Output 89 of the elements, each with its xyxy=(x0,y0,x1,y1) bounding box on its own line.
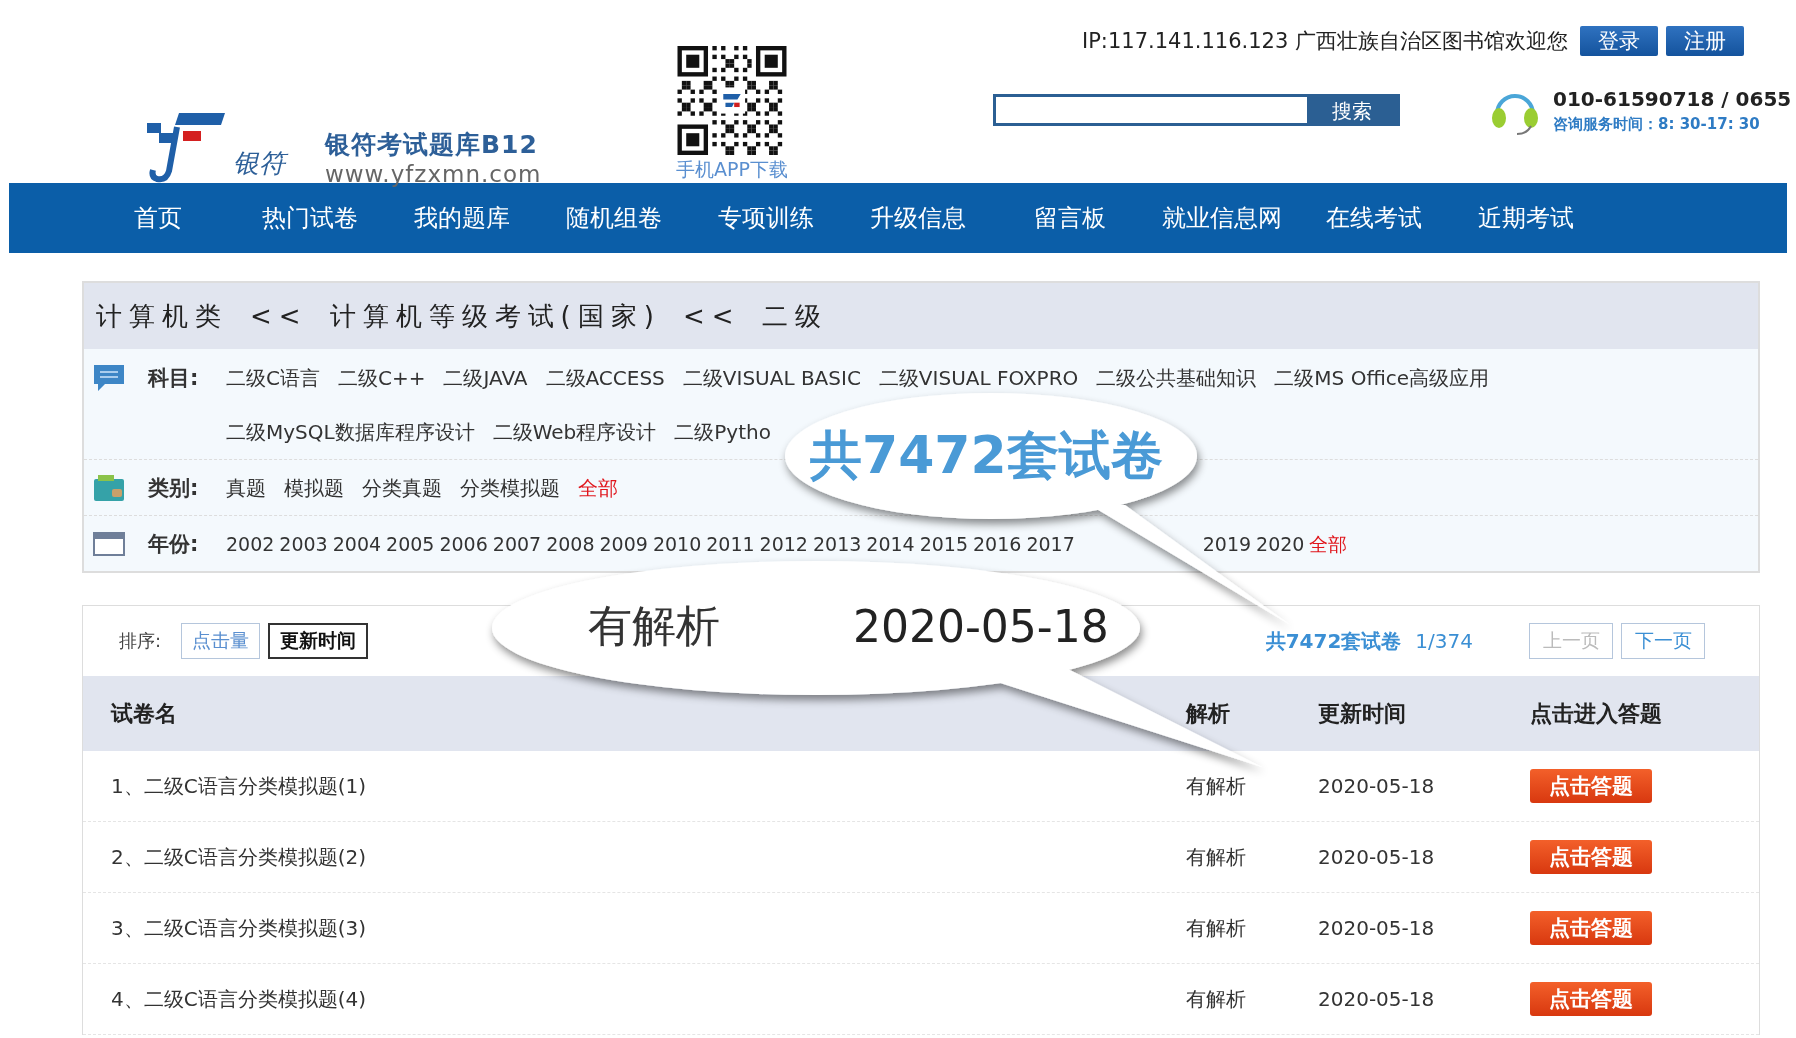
phone-number: 010-61590718 / 0655 xyxy=(1553,86,1792,111)
filter-option[interactable]: 二级公共基础知识 xyxy=(1096,363,1257,393)
nav-link[interactable]: 在线考试 xyxy=(1298,183,1450,253)
filter-option[interactable]: 2020 xyxy=(1256,529,1305,559)
sort-button[interactable]: 更新时间 xyxy=(268,623,369,659)
answer-button[interactable]: 点击答题 xyxy=(1530,911,1652,945)
filter-option[interactable]: 二级JAVA xyxy=(443,363,528,393)
answer-button[interactable]: 点击答题 xyxy=(1530,769,1652,803)
search-field[interactable]: 搜索 xyxy=(993,94,1400,126)
breadcrumb-item[interactable]: 计算机类 xyxy=(96,298,228,334)
filter-option[interactable]: 全部 xyxy=(578,473,618,503)
filter-option[interactable]: 二级MySQL数据库程序设计 xyxy=(226,417,475,447)
filter-option[interactable]: 2002 xyxy=(226,529,275,559)
table-cell-text: 2020-05-18 xyxy=(1318,987,1436,1011)
page-indicator: 1/374 xyxy=(1415,629,1473,653)
filter-option[interactable]: 模拟题 xyxy=(284,473,344,503)
filter-option[interactable]: 二级VISUAL FOXPRO xyxy=(878,363,1079,393)
sort-label: 排序: xyxy=(119,629,162,653)
answer-button[interactable]: 点击答题 xyxy=(1530,840,1652,874)
filter-option[interactable]: 2008 xyxy=(546,529,595,559)
filter-option[interactable]: 2009 xyxy=(599,529,648,559)
breadcrumb-item[interactable]: << xyxy=(682,301,741,331)
filter-option[interactable]: 2014 xyxy=(866,529,915,559)
table-cell-text: 2020-05-18 xyxy=(1318,916,1436,940)
filter-option[interactable]: 二级ACCESS xyxy=(545,363,665,393)
table-cell-text: 有解析 xyxy=(1186,772,1247,800)
filter-option[interactable]: 二级VISUAL BASIC xyxy=(682,363,861,393)
table-cell-text: 有解析 xyxy=(1186,914,1247,942)
nav-link[interactable]: 专项训练 xyxy=(690,183,842,253)
nav-link[interactable]: 留言板 xyxy=(994,183,1146,253)
filter-option[interactable]: 全部 xyxy=(1309,529,1348,559)
callout-text: 有解析 xyxy=(588,598,720,653)
qr-code-icon xyxy=(676,46,788,155)
column-header: 更新时间 xyxy=(1318,699,1407,728)
nav-link[interactable]: 升级信息 xyxy=(842,183,994,253)
paper-title[interactable]: 3、二级C语言分类模拟题(3) xyxy=(111,914,1186,942)
filter-option[interactable]: 真题 xyxy=(226,473,266,503)
folder-icon xyxy=(92,473,126,503)
filter-option[interactable]: 二级Web程序设计 xyxy=(492,417,657,447)
filter-option[interactable]: 二级Pytho xyxy=(674,417,771,447)
filter-label: 年份: xyxy=(148,531,200,558)
filter-option[interactable]: 2012 xyxy=(759,529,808,559)
filter-option[interactable]: 2003 xyxy=(279,529,328,559)
filter-option[interactable]: 分类模拟题 xyxy=(460,473,560,503)
filter-option[interactable]: 二级C++ xyxy=(337,363,426,393)
filter-option[interactable]: 2011 xyxy=(706,529,755,559)
filter-option[interactable]: 2006 xyxy=(439,529,488,559)
column-header: 试卷名 xyxy=(111,699,178,728)
table-cell-text: 2020-05-18 xyxy=(1318,774,1436,798)
answer-button[interactable]: 点击答题 xyxy=(1530,982,1652,1016)
chat-bubble-icon xyxy=(92,363,126,393)
filter-option[interactable]: 2015 xyxy=(919,529,969,559)
filter-option[interactable]: 二级C语言 xyxy=(226,363,320,393)
breadcrumb-item[interactable]: << xyxy=(250,301,308,331)
callout-text: 2020-05-18 xyxy=(853,600,1109,652)
paper-title[interactable]: 4、二级C语言分类模拟题(4) xyxy=(111,985,1186,1013)
login-button[interactable]: 登录 xyxy=(1579,26,1658,56)
register-button[interactable]: 注册 xyxy=(1665,26,1744,56)
filter-option[interactable]: 2010 xyxy=(652,529,702,559)
filter-option[interactable]: 二级MS Office高级应用 xyxy=(1274,363,1489,393)
callout-text: 共7472套试卷 xyxy=(810,424,1163,487)
filter-label: 科目: xyxy=(148,365,200,392)
filter-option[interactable]: 2013 xyxy=(812,529,862,559)
filter-label: 类别: xyxy=(148,475,200,502)
welcome-text: IP:117.141.116.123 广西壮族自治区图书馆欢迎您 xyxy=(1082,28,1568,55)
paper-title[interactable]: 2、二级C语言分类模拟题(2) xyxy=(111,843,1186,871)
paper-count: 共7472套试卷 xyxy=(1265,627,1402,655)
window-icon xyxy=(92,529,126,559)
search-button[interactable]: 搜索 xyxy=(1307,97,1397,123)
filter-option[interactable]: 2016 xyxy=(973,529,1022,559)
filter-option[interactable]: 分类真题 xyxy=(362,473,442,503)
service-hours: 咨询服务时间：8: 30-17: 30 xyxy=(1553,114,1761,134)
paper-title[interactable]: 1、二级C语言分类模拟题(1) xyxy=(111,772,1186,800)
filter-option[interactable]: 2019 xyxy=(1202,529,1252,559)
filter-option[interactable]: 2007 xyxy=(492,529,542,559)
table-cell-text: 有解析 xyxy=(1186,985,1247,1013)
site-name: 银符考试题库B12 xyxy=(325,129,539,161)
filter-option[interactable]: 2005 xyxy=(386,529,435,559)
table-cell-text: 有解析 xyxy=(1186,843,1247,871)
breadcrumb-item[interactable]: 计算机等级考试(国家) xyxy=(329,298,661,334)
breadcrumb-item[interactable]: 二级 xyxy=(762,298,829,334)
nav-link[interactable]: 近期考试 xyxy=(1450,183,1602,253)
column-header: 点击进入答题 xyxy=(1530,699,1663,728)
column-header: 解析 xyxy=(1186,699,1231,728)
table-cell-text: 2020-05-18 xyxy=(1318,845,1436,869)
nav-link[interactable]: 就业信息网 xyxy=(1146,183,1298,253)
nav-link[interactable]: 首页 xyxy=(82,183,234,253)
filter-option[interactable]: 2004 xyxy=(332,529,382,559)
filter-option[interactable]: 2017 xyxy=(1026,529,1075,559)
